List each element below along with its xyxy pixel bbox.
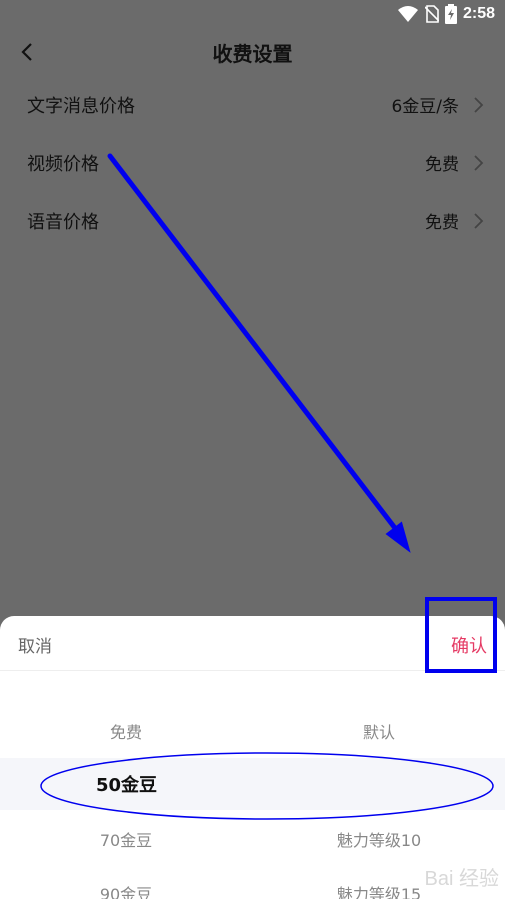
picker-row[interactable]: 免费 默认 [0,704,505,756]
setting-label: 文字消息价格 [27,96,135,117]
page-title: 收费设置 [212,42,293,66]
status-time: 2:58 [462,5,495,22]
picker-option: 免费 [109,723,142,742]
chevron-right-icon [474,97,484,113]
no-sim-icon [424,5,439,23]
cancel-button[interactable]: 取消 [18,632,52,657]
setting-row-text-price[interactable]: 文字消息价格 6金豆/条 [0,76,505,134]
header: 收费设置 [0,28,505,76]
watermark: Bai 经验 [424,868,499,890]
setting-row-video-price[interactable]: 视频价格 免费 [0,134,505,192]
picker-option: 90金豆 [99,885,153,899]
picker-option: 魅力等级10 [336,831,422,850]
setting-row-voice-price[interactable]: 语音价格 免费 [0,192,505,250]
battery-charging-icon [444,4,457,24]
setting-value: 免费 [425,213,459,233]
picker-option: 70金豆 [99,831,153,850]
status-bar: 2:58 [0,0,505,28]
confirm-annotation-box [425,597,497,673]
setting-label: 语音价格 [27,212,99,233]
chevron-right-icon [474,155,484,171]
setting-value: 免费 [425,155,459,175]
wifi-icon [397,6,418,22]
setting-label: 视频价格 [27,154,99,175]
picker-row[interactable]: 70金豆 魅力等级10 [0,812,505,864]
setting-value: 6金豆/条 [391,97,459,117]
picker-option-selected: 50金豆 [96,775,158,796]
chevron-right-icon [474,213,484,229]
picker-row-selected[interactable]: 50金豆 [0,758,505,810]
status-icons: 2:58 [397,4,495,24]
picker-option: 默认 [362,723,395,742]
